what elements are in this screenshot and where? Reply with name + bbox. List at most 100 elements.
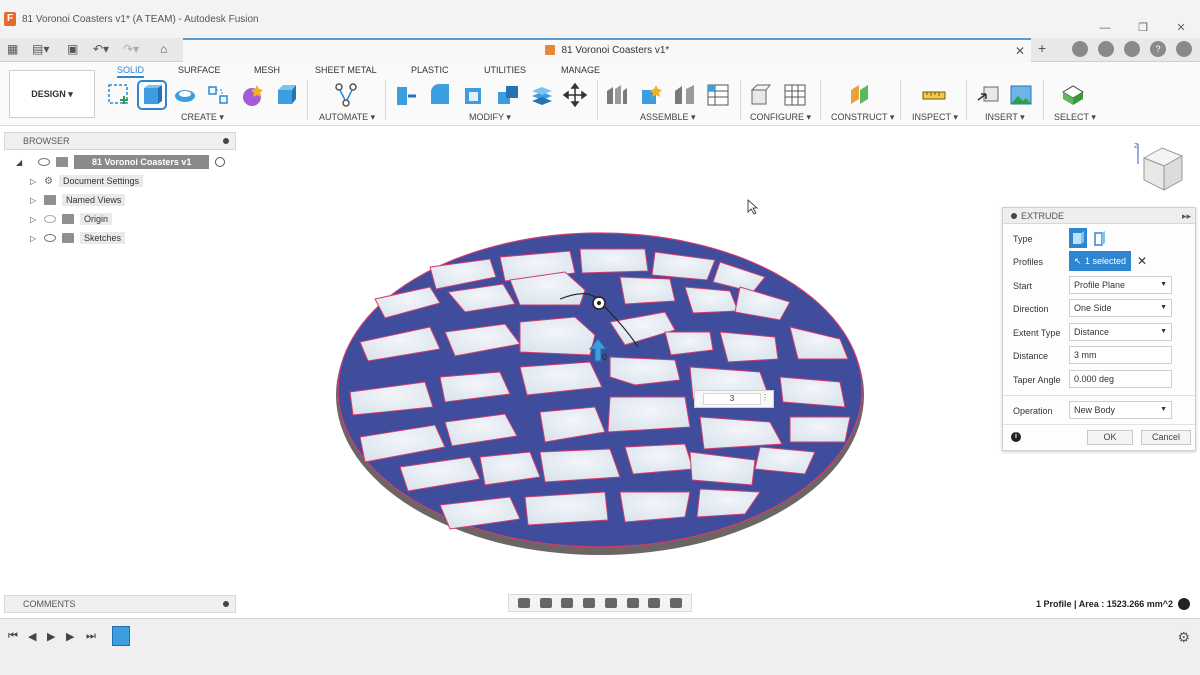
create-sketch-icon[interactable] bbox=[106, 82, 132, 108]
view-cube[interactable]: Z bbox=[1130, 140, 1188, 198]
extent-type-select[interactable]: Distance ▼ bbox=[1069, 323, 1172, 341]
browser-pin-icon[interactable] bbox=[223, 138, 229, 144]
document-tab[interactable]: 81 Voronoi Coasters v1* ✕ bbox=[183, 38, 1031, 62]
press-pull-icon[interactable] bbox=[393, 82, 419, 108]
display-settings-icon[interactable] bbox=[626, 598, 639, 608]
extensions-icon[interactable] bbox=[1072, 41, 1088, 57]
comments-add-icon[interactable] bbox=[223, 601, 229, 607]
minimize-button[interactable]: — bbox=[1086, 0, 1124, 38]
modify-group-label[interactable]: MODIFY ▾ bbox=[469, 112, 511, 123]
activate-radio-icon[interactable] bbox=[215, 157, 226, 167]
visibility-eye-icon[interactable] bbox=[38, 158, 50, 166]
offset-face-icon[interactable] bbox=[529, 82, 555, 108]
tab-sheet-metal[interactable]: SHEET METAL bbox=[315, 65, 377, 75]
combine-icon[interactable] bbox=[495, 82, 521, 108]
browser-item-document-settings[interactable]: ▷ ⚙ Document Settings bbox=[30, 173, 144, 189]
job-status-icon[interactable] bbox=[1098, 41, 1114, 57]
browser-item-origin[interactable]: ▷ Origin bbox=[30, 211, 113, 227]
direction-select[interactable]: One Side ▼ bbox=[1069, 299, 1172, 317]
comments-panel-header[interactable]: COMMENTS bbox=[4, 595, 236, 613]
distance-input[interactable]: 3 mm bbox=[1069, 346, 1172, 364]
collapse-triangle-icon[interactable]: ◢ bbox=[16, 158, 24, 167]
browser-item-sketches[interactable]: ▷ Sketches bbox=[30, 230, 126, 246]
select-group-label[interactable]: SELECT ▾ bbox=[1054, 112, 1096, 123]
zoom-icon[interactable] bbox=[583, 598, 596, 608]
hidden-eye-icon[interactable] bbox=[44, 215, 56, 223]
timeline-last-icon[interactable]: ⏭ bbox=[86, 630, 96, 643]
ok-button[interactable]: OK bbox=[1087, 430, 1133, 445]
zoom-window-icon[interactable] bbox=[604, 598, 617, 608]
cancel-button[interactable]: Cancel bbox=[1141, 430, 1191, 445]
browser-root-row[interactable]: ◢ 81 Voronoi Coasters v1 bbox=[16, 154, 226, 170]
taper-angle-input[interactable]: 0.000 deg bbox=[1069, 370, 1172, 388]
insert-component-icon[interactable] bbox=[638, 82, 664, 108]
expand-triangle-icon[interactable]: ▷ bbox=[30, 196, 38, 205]
grid-menu-icon[interactable]: ▦ bbox=[7, 42, 18, 56]
extrude-dialog-header[interactable]: EXTRUDE ▸▸ bbox=[1003, 208, 1195, 224]
close-window-button[interactable]: ✕ bbox=[1162, 0, 1200, 38]
browser-panel-header[interactable]: BROWSER bbox=[4, 132, 236, 150]
bill-of-materials-icon[interactable] bbox=[705, 82, 731, 108]
redo-icon[interactable]: ↷▾ bbox=[123, 42, 139, 56]
new-component-icon[interactable] bbox=[604, 82, 630, 108]
insert-derive-icon[interactable] bbox=[975, 82, 1001, 108]
expand-dialog-icon[interactable]: ▸▸ bbox=[1182, 208, 1191, 224]
expand-triangle-icon[interactable]: ▷ bbox=[30, 234, 38, 243]
home-icon[interactable]: ⌂ bbox=[160, 42, 167, 56]
dialog-pin-icon[interactable] bbox=[1011, 213, 1017, 219]
user-avatar-icon[interactable] bbox=[1176, 41, 1192, 57]
operation-select[interactable]: New Body ▼ bbox=[1069, 401, 1172, 419]
configure-group-label[interactable]: CONFIGURE ▾ bbox=[750, 112, 811, 123]
visibility-eye-icon[interactable] bbox=[44, 234, 56, 242]
start-select[interactable]: Profile Plane ▼ bbox=[1069, 276, 1172, 294]
tab-manage[interactable]: MANAGE bbox=[561, 65, 600, 75]
viewport-distance-menu-icon[interactable]: ⋮ bbox=[761, 393, 769, 402]
look-at-icon[interactable] bbox=[539, 598, 552, 608]
orbit-icon[interactable] bbox=[517, 598, 530, 608]
fillet-icon[interactable] bbox=[427, 82, 453, 108]
grid-settings-icon[interactable] bbox=[648, 598, 661, 608]
measure-icon[interactable] bbox=[921, 82, 947, 108]
automate-group-label[interactable]: AUTOMATE ▾ bbox=[319, 112, 375, 123]
expand-triangle-icon[interactable]: ▷ bbox=[30, 215, 38, 224]
configuration-table-icon[interactable] bbox=[782, 82, 808, 108]
file-menu-icon[interactable]: ▤▾ bbox=[32, 42, 49, 56]
automate-icon[interactable] bbox=[333, 82, 359, 108]
construct-group-label[interactable]: CONSTRUCT ▾ bbox=[831, 112, 894, 123]
tab-mesh[interactable]: MESH bbox=[254, 65, 280, 75]
browser-item-named-views[interactable]: ▷ Named Views bbox=[30, 192, 126, 208]
configure-parameters-icon[interactable] bbox=[749, 82, 775, 108]
status-options-icon[interactable] bbox=[1178, 598, 1190, 610]
timeline-play-icon[interactable]: ▶ bbox=[47, 630, 55, 643]
type-solid-icon[interactable] bbox=[1069, 228, 1087, 248]
pan-icon[interactable] bbox=[561, 598, 574, 608]
expand-triangle-icon[interactable]: ▷ bbox=[30, 177, 38, 186]
notifications-icon[interactable] bbox=[1124, 41, 1140, 57]
joint-icon[interactable] bbox=[672, 82, 698, 108]
save-icon[interactable]: ▣ bbox=[67, 42, 78, 56]
form-tool-icon[interactable] bbox=[240, 82, 266, 108]
extrude-tool-icon[interactable] bbox=[137, 80, 167, 110]
move-copy-icon[interactable] bbox=[562, 82, 588, 108]
inspect-group-label[interactable]: INSPECT ▾ bbox=[912, 112, 958, 123]
tab-utilities[interactable]: UTILITIES bbox=[484, 65, 526, 75]
viewports-icon[interactable] bbox=[670, 598, 683, 608]
maximize-button[interactable]: ❐ bbox=[1124, 0, 1162, 38]
insert-group-label[interactable]: INSERT ▾ bbox=[985, 112, 1025, 123]
box-primitive-icon[interactable] bbox=[274, 82, 300, 108]
tab-solid[interactable]: SOLID bbox=[117, 65, 145, 78]
timeline-next-icon[interactable]: ▶ bbox=[66, 630, 74, 643]
profiles-selection-button[interactable]: ↖ 1 selected bbox=[1069, 251, 1131, 271]
insert-canvas-icon[interactable] bbox=[1008, 82, 1034, 108]
tab-surface[interactable]: SURFACE bbox=[178, 65, 221, 75]
select-tool-icon[interactable] bbox=[1060, 82, 1086, 108]
revolve-tool-icon[interactable] bbox=[172, 82, 198, 108]
clear-selection-icon[interactable]: ✕ bbox=[1137, 254, 1147, 268]
shell-icon[interactable] bbox=[461, 82, 487, 108]
timeline-settings-gear-icon[interactable]: ⚙ bbox=[1177, 629, 1190, 646]
create-group-label[interactable]: CREATE ▾ bbox=[181, 112, 224, 123]
workspace-switcher-button[interactable]: DESIGN ▾ bbox=[9, 70, 95, 118]
offset-plane-icon[interactable] bbox=[847, 82, 873, 108]
tab-plastic[interactable]: PLASTIC bbox=[411, 65, 449, 75]
timeline-previous-icon[interactable]: ◀ bbox=[28, 630, 36, 643]
